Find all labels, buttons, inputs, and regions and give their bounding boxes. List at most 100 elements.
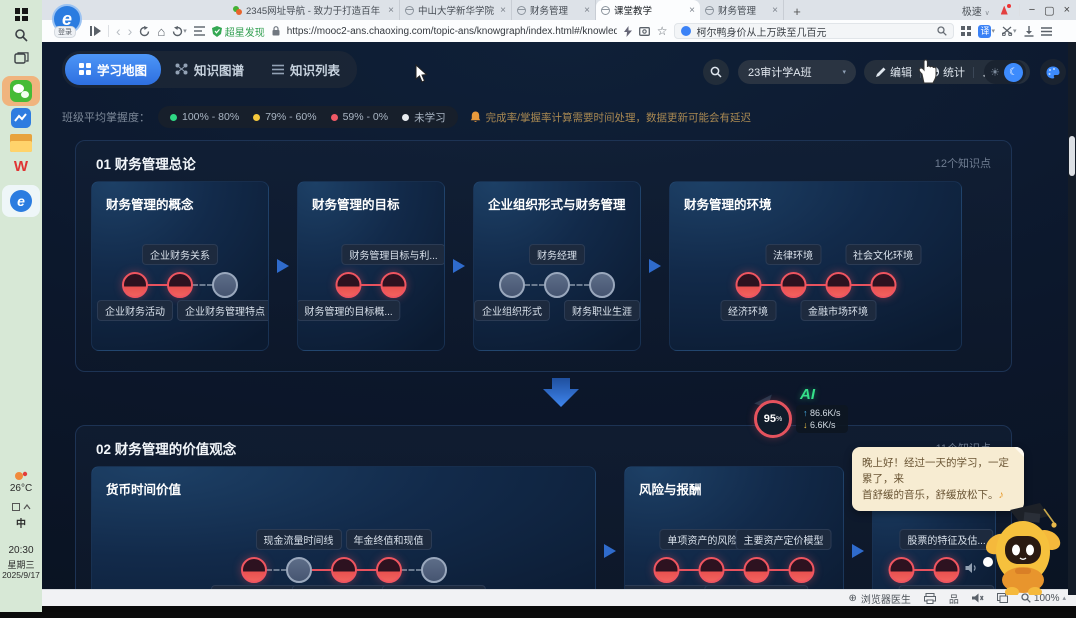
node-label[interactable]: 股票的特征及估... [899,529,993,550]
docs-app-icon[interactable] [0,108,42,128]
node-label[interactable]: 主要资产定价模型 [736,529,832,550]
node-label[interactable]: 社会文化环境 [845,244,921,265]
tab-close-icon[interactable]: × [500,5,506,16]
weather-temp[interactable]: 26°C [0,483,42,494]
file-explorer-icon[interactable] [0,134,42,152]
sun-icon[interactable]: ☀ [987,66,1000,79]
tab-title[interactable]: 财务管理 [718,3,768,17]
browser-tab[interactable]: 2345网址导航 - 致力于打造百年 × [228,0,400,20]
tray-icons[interactable] [0,503,42,511]
node-label[interactable]: 年金终值和现值 [346,529,432,550]
maximize-button[interactable]: ▢ [1044,4,1054,17]
node-label[interactable]: 企业财务管理特点 [177,300,269,321]
tab-title[interactable]: 财务管理 [530,3,580,17]
class-selector[interactable]: 23审计学A班 ▾ [738,60,856,84]
sites-icon[interactable]: 品 [949,591,959,606]
site-badge[interactable]: 超星发现 [212,24,265,39]
wps-app-icon[interactable]: W [0,158,42,175]
knowledge-node[interactable] [589,272,615,298]
node-label[interactable]: 财务管理目标与利... [341,244,445,265]
tab-title[interactable]: 2345网址导航 - 致力于打造百年 [246,3,384,17]
knowledge-node[interactable] [870,272,896,298]
new-tab-button[interactable]: + [788,2,806,20]
apps-grid-icon[interactable] [961,26,971,36]
knowledge-node[interactable] [825,272,851,298]
home-icon[interactable]: ⌂ [157,25,165,38]
node-label[interactable]: 企业财务活动 [97,300,173,321]
knowledge-node[interactable] [376,557,402,583]
address-url[interactable]: https://mooc2-ans.chaoxing.com/topic-ans… [287,26,617,37]
theme-palette-button[interactable] [1040,59,1066,85]
close-button[interactable]: × [1064,4,1070,16]
tab-close-icon[interactable]: × [584,5,590,16]
taskbar-search-icon[interactable] [0,28,42,42]
node-label[interactable]: 财务经理 [529,244,585,265]
tab-title[interactable]: 课堂教学 [614,3,685,17]
knowledge-card[interactable]: 财务管理的环境法律环境社会文化环境经济环境金融市场环境 [669,181,962,351]
forward-button[interactable]: › [128,24,133,38]
moon-icon[interactable]: ☾ [1004,63,1023,82]
weather-icon[interactable] [0,470,42,482]
browser-search-box[interactable]: 柯尔鸭身价从上万跌至几百元 [674,23,954,39]
task-view-icon[interactable] [0,52,42,65]
ime-indicator[interactable]: 中 [0,515,42,530]
knowledge-card[interactable]: 风险与报酬单项资产的风险与...主要资产定价模型风险与报酬的概念证券组合的风险与… [624,466,844,595]
knowledge-node[interactable] [654,557,680,583]
browser-tab[interactable]: 中山大学新华学院× [400,0,512,20]
assistant-mascot[interactable] [982,500,1066,595]
refresh-icon[interactable] [139,26,150,37]
skin-icon[interactable] [999,5,1010,16]
clock-time[interactable]: 20:30 [0,545,42,556]
tab-close-icon[interactable]: × [772,5,778,16]
ai-gauge[interactable]: 95% [754,400,792,438]
knowledge-node[interactable] [331,557,357,583]
knowledge-card[interactable]: 财务管理的目标财务管理目标与利...财务管理的目标概... [297,181,445,351]
hot-search-text[interactable]: 柯尔鸭身价从上万跌至几百元 [696,24,932,39]
browser-tab[interactable]: 财务管理 × [700,0,784,20]
edit-button[interactable]: 编辑 [868,64,920,80]
node-label[interactable]: 法律环境 [765,244,821,265]
node-label[interactable]: 经济环境 [720,300,776,321]
scissors-icon[interactable]: ▾ [1002,26,1017,36]
node-label[interactable]: 金融市场环境 [800,300,876,321]
browser-doctor[interactable]: ⊕ 浏览器医生 [849,591,911,606]
browser-tab[interactable]: 财务管理 × [512,0,596,20]
tab-knowledge-list[interactable]: 知识列表 [258,54,354,85]
sidebar-toggle-icon[interactable] [90,26,101,36]
knowledge-node[interactable] [241,557,267,583]
knowledge-node[interactable] [421,557,447,583]
knowledge-node[interactable] [167,272,193,298]
knowledge-card[interactable]: 企业组织形式与财务管理财务经理企业组织形式财务职业生涯 [473,181,641,351]
windows-start-icon[interactable] [0,8,42,21]
knowledge-node[interactable] [789,557,815,583]
translate-icon[interactable]: 译▾ [978,25,995,38]
knowledge-node[interactable] [744,557,770,583]
node-label[interactable]: 企业财务关系 [142,244,218,265]
knowledge-card[interactable]: 财务管理的概念企业财务关系企业财务活动企业财务管理特点 [91,181,269,351]
map-search-button[interactable] [703,59,729,85]
knowledge-node[interactable] [780,272,806,298]
node-label[interactable]: 企业组织形式 [474,300,550,321]
node-label[interactable]: 财务职业生涯 [564,300,640,321]
scrollbar-thumb[interactable] [1069,136,1075,176]
browser-tab[interactable]: 课堂教学× [596,0,700,20]
bookmarks-panel-icon[interactable] [194,26,205,36]
knowledge-card[interactable]: 货币时间价值现金流量时间线年金终值和现值时间价值的概念复利终值和复利现...时间… [91,466,596,595]
tab-learning-map[interactable]: 学习地图 [65,54,161,85]
back-button[interactable]: ‹ [116,24,121,38]
knowledge-node[interactable] [286,557,312,583]
theme-toggle[interactable]: ☀ ☾ [984,60,1026,84]
wechat-app-icon[interactable] [0,80,42,102]
tab-close-icon[interactable]: × [388,5,394,16]
knowledge-node[interactable] [735,272,761,298]
download-icon[interactable] [1024,26,1034,37]
page-scrollbar[interactable] [1068,42,1076,595]
ai-speed-widget[interactable]: 95% AI ▾↑ 86.6K/s ↓ 6.6K/s [754,392,894,442]
reopen-tab-icon[interactable]: ▾ [172,26,187,37]
login-badge[interactable]: 登录 [54,26,76,38]
menu-icon[interactable] [1041,27,1052,36]
tab-knowledge-graph[interactable]: 知识图谱 [161,54,258,85]
printer-icon[interactable] [924,593,936,604]
browser-app-icon[interactable]: e [0,190,42,212]
speed-mode-button[interactable]: 极速 ∨ [962,3,990,18]
